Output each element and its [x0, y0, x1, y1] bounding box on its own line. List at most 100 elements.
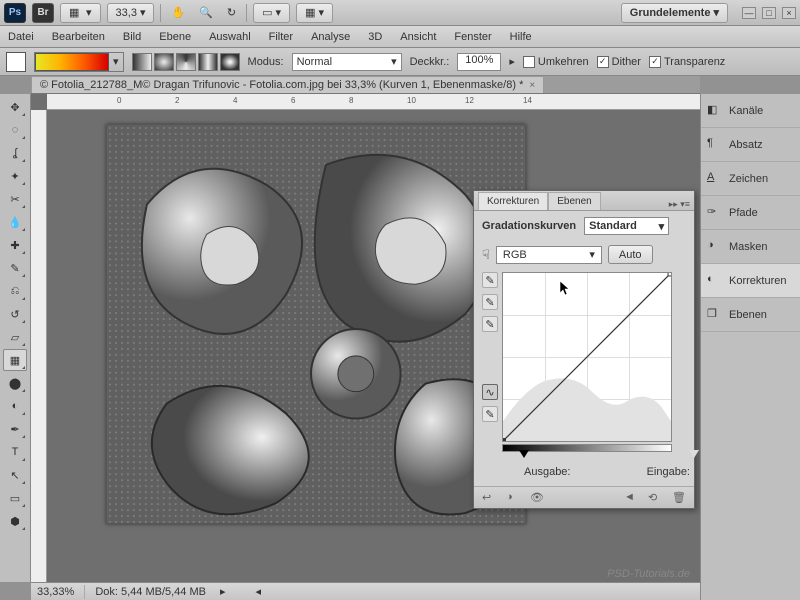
gradient-preview[interactable]: [35, 53, 109, 71]
path-select-tool[interactable]: ↖: [3, 464, 27, 486]
brush-tool[interactable]: ✎: [3, 257, 27, 279]
preset-select[interactable]: Standard▾: [584, 217, 669, 235]
healing-brush-tool[interactable]: ✚: [3, 234, 27, 256]
workspace-switcher[interactable]: Grundelemente ▾: [621, 3, 728, 23]
blur-tool[interactable]: ⬤: [3, 372, 27, 394]
layout-arrange-button[interactable]: ▦▾: [60, 3, 101, 23]
type-tool[interactable]: T: [3, 441, 27, 463]
stamp-tool[interactable]: ⎌: [3, 280, 27, 302]
panel-expand-icon[interactable]: ▸▸ ▾≡: [669, 199, 690, 210]
lasso-tool[interactable]: ʆ: [3, 142, 27, 164]
visibility-icon[interactable]: 👁: [530, 491, 544, 505]
app-titlebar: Ps Br ▦▾ 33,3 ▾ ✋ 🔍 ↻ ▭ ▾ ▦ ▾ Grundeleme…: [0, 0, 800, 26]
minimize-button[interactable]: —: [742, 7, 756, 19]
layers-icon: ❐: [707, 307, 723, 323]
ruler-horizontal: 0 2 4 6 8 10 12 14: [47, 94, 800, 110]
dock-ebenen[interactable]: ❐Ebenen: [701, 298, 800, 332]
prev-state-icon[interactable]: ◄: [624, 491, 638, 505]
dither-checkbox[interactable]: ✓: [597, 56, 609, 68]
curve-mode-icon[interactable]: ∿: [482, 384, 498, 400]
transparency-checkbox[interactable]: ✓: [649, 56, 661, 68]
zoom-level-dropdown[interactable]: 33,3 ▾: [107, 3, 155, 23]
linear-gradient-button[interactable]: [132, 53, 152, 71]
maximize-button[interactable]: □: [762, 7, 776, 19]
paragraph-icon: ¶: [707, 137, 723, 153]
finger-tool-icon[interactable]: ☟: [482, 247, 490, 263]
screen-mode-button[interactable]: ▭ ▾: [253, 3, 290, 23]
document-tab-bar: © Fotolia_212788_M© Dragan Trifunovic - …: [31, 76, 700, 94]
white-point-slider[interactable]: [689, 450, 699, 458]
pencil-mode-icon[interactable]: ✎: [482, 406, 498, 422]
curves-panel[interactable]: Korrekturen Ebenen ▸▸ ▾≡ Gradationskurve…: [473, 190, 695, 509]
white-eyedropper-icon[interactable]: ✎: [482, 316, 498, 332]
menu-bild[interactable]: Bild: [123, 31, 141, 43]
tab-korrekturen[interactable]: Korrekturen: [478, 192, 548, 210]
zoom-tool-shortcut[interactable]: 🔍: [195, 3, 217, 23]
dock-zeichen[interactable]: AZeichen: [701, 162, 800, 196]
document-tab[interactable]: © Fotolia_212788_M© Dragan Trifunovic - …: [31, 76, 544, 93]
clip-icon[interactable]: ◑: [506, 491, 520, 505]
menu-filter[interactable]: Filter: [269, 31, 293, 43]
channel-select[interactable]: RGB▾: [496, 246, 602, 264]
dock-kanaele[interactable]: ◧Kanäle: [701, 94, 800, 128]
dodge-tool[interactable]: ◐: [3, 395, 27, 417]
auto-button[interactable]: Auto: [608, 245, 653, 264]
black-eyedropper-icon[interactable]: ✎: [482, 272, 498, 288]
curves-title: Gradationskurven: [482, 220, 576, 232]
document-canvas[interactable]: [106, 124, 526, 524]
reflected-gradient-button[interactable]: [198, 53, 218, 71]
diamond-gradient-button[interactable]: [220, 53, 240, 71]
menu-3d[interactable]: 3D: [368, 31, 382, 43]
transparency-label: Transparenz: [664, 56, 725, 68]
ausgabe-label: Ausgabe:: [524, 466, 570, 478]
bridge-logo[interactable]: Br: [32, 3, 54, 23]
crop-tool[interactable]: ✂: [3, 188, 27, 210]
hand-tool-shortcut[interactable]: ✋: [167, 3, 189, 23]
dock-masken[interactable]: ◑Masken: [701, 230, 800, 264]
black-point-slider[interactable]: [519, 450, 529, 458]
move-tool[interactable]: ✥: [3, 96, 27, 118]
doc-size-status[interactable]: Dok: 5,44 MB/5,44 MB: [95, 586, 206, 598]
zoom-status[interactable]: 33,33%: [37, 586, 74, 598]
toolbox: ✥ ◌ ʆ ✦ ✂ 💧 ✚ ✎ ⎌ ↺ ▱ ▦ ⬤ ◐ ✒ T ↖ ▭ ⬢: [0, 94, 31, 582]
tab-ebenen[interactable]: Ebenen: [548, 192, 600, 210]
delete-icon[interactable]: 🗑: [672, 491, 686, 505]
menu-bearbeiten[interactable]: Bearbeiten: [52, 31, 105, 43]
eraser-tool[interactable]: ▱: [3, 326, 27, 348]
extras-button[interactable]: ▦ ▾: [296, 3, 333, 23]
menu-auswahl[interactable]: Auswahl: [209, 31, 251, 43]
menubar: Datei Bearbeiten Bild Ebene Auswahl Filt…: [0, 26, 800, 48]
menu-analyse[interactable]: Analyse: [311, 31, 350, 43]
gradient-tool[interactable]: ▦: [3, 349, 27, 371]
eyedropper-tool[interactable]: 💧: [3, 211, 27, 233]
dock-korrekturen[interactable]: ◐Korrekturen: [701, 264, 800, 298]
menu-hilfe[interactable]: Hilfe: [510, 31, 532, 43]
3d-tool[interactable]: ⬢: [3, 510, 27, 532]
marquee-tool[interactable]: ◌: [3, 119, 27, 141]
menu-ansicht[interactable]: Ansicht: [400, 31, 436, 43]
rotate-view-shortcut[interactable]: ↻: [223, 3, 240, 23]
quick-select-tool[interactable]: ✦: [3, 165, 27, 187]
opacity-input[interactable]: 100%: [457, 53, 501, 71]
tool-preset-button[interactable]: [6, 52, 26, 72]
gray-eyedropper-icon[interactable]: ✎: [482, 294, 498, 310]
blend-mode-select[interactable]: Normal▾: [292, 53, 402, 71]
shape-tool[interactable]: ▭: [3, 487, 27, 509]
return-icon[interactable]: ↩: [482, 491, 496, 505]
tab-close-icon[interactable]: ×: [529, 80, 535, 91]
reverse-checkbox[interactable]: [523, 56, 535, 68]
dock-pfade[interactable]: ✑Pfade: [701, 196, 800, 230]
status-bar: 33,33% Dok: 5,44 MB/5,44 MB ▸ ◂: [31, 582, 700, 600]
menu-datei[interactable]: Datei: [8, 31, 34, 43]
menu-fenster[interactable]: Fenster: [454, 31, 491, 43]
pen-tool[interactable]: ✒: [3, 418, 27, 440]
watermark: PSD-Tutorials.de: [607, 568, 690, 580]
menu-ebene[interactable]: Ebene: [159, 31, 191, 43]
close-button[interactable]: ×: [782, 7, 796, 19]
dock-absatz[interactable]: ¶Absatz: [701, 128, 800, 162]
curves-grid[interactable]: [502, 272, 672, 442]
history-brush-tool[interactable]: ↺: [3, 303, 27, 325]
reset-icon[interactable]: ⟲: [648, 491, 662, 505]
radial-gradient-button[interactable]: [154, 53, 174, 71]
angle-gradient-button[interactable]: [176, 53, 196, 71]
